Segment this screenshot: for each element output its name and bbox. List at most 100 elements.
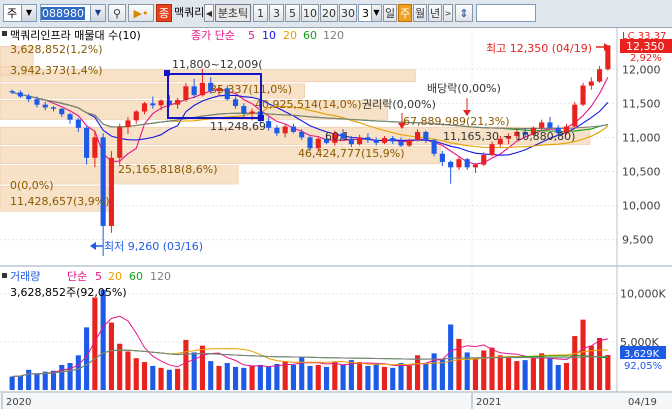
candle-body <box>84 127 90 158</box>
chevron-down-icon: ▼ <box>90 5 105 21</box>
scroll-right-button[interactable]: > <box>443 4 453 22</box>
volume-bar <box>290 364 297 390</box>
low-price-label: 최저 9,260 (03/16) <box>104 240 203 253</box>
volume-bar <box>414 355 421 390</box>
interval-3[interactable]: 3 <box>269 4 284 22</box>
volume-bar <box>208 361 214 390</box>
candle-body <box>547 122 553 128</box>
current-price-value: 12,350 <box>626 40 665 53</box>
legend-ma-10: 10 <box>262 29 276 42</box>
volume-bar <box>365 365 371 390</box>
magnifier-icon: ⚲ <box>112 7 122 20</box>
updown-arrow-button[interactable]: ⇕ <box>455 4 473 22</box>
dividend-label: 배당락(0,00%) <box>427 82 501 95</box>
chart-svg[interactable]: 맥쿼리인프라 매물대 수(10) 종가 단순 5 10 20 60 120 3,… <box>0 28 672 409</box>
volume-bar <box>588 345 594 390</box>
stock-type-badge: 종 <box>156 4 172 22</box>
candle-body <box>580 85 586 105</box>
scroll-left-button[interactable]: ◀ <box>204 4 214 22</box>
candle-body <box>59 108 65 115</box>
volume-bar <box>133 358 139 390</box>
volume-bar <box>307 365 313 390</box>
selection-handle-tl[interactable] <box>164 70 170 76</box>
candle-body <box>539 122 545 128</box>
candle-body <box>199 82 206 96</box>
volume-bar <box>439 359 445 390</box>
volume-bar <box>17 375 23 390</box>
candle-body <box>572 104 578 127</box>
volume-bar <box>50 370 57 390</box>
candle-body <box>191 86 197 96</box>
candle-body <box>299 131 305 138</box>
time-label-2020: 2020 <box>6 397 31 408</box>
candle-body <box>472 164 479 168</box>
volume-ma-120: 120 <box>150 270 171 283</box>
time-axis-bg <box>0 393 672 409</box>
price-tick-label: 10,500 <box>622 165 661 178</box>
volume-bar <box>100 289 106 390</box>
volume-bar <box>340 364 346 390</box>
volume-bar <box>34 373 40 390</box>
period-day[interactable]: 일 <box>383 4 397 22</box>
search-button[interactable]: ⚲ <box>108 4 126 22</box>
rights-label: 권리락(0,00%) <box>362 98 436 111</box>
candle-body <box>406 140 412 146</box>
volume-bar <box>357 362 363 390</box>
volume-bar <box>506 356 512 390</box>
legend-ma-120: 120 <box>323 29 344 42</box>
tick-period-button[interactable]: 분초틱 <box>215 4 251 22</box>
candle-body <box>100 137 106 226</box>
candle-body <box>9 91 15 93</box>
candle-body <box>50 107 57 109</box>
box-volume-label: 35,337(11,0%) <box>210 83 292 96</box>
interval-20[interactable]: 20 <box>320 4 338 22</box>
sound-button[interactable]: ▶• <box>128 4 154 22</box>
candle-body <box>464 159 470 168</box>
volume-bar <box>42 371 48 390</box>
legend-ma-20: 20 <box>283 29 297 42</box>
candle-body <box>423 131 429 141</box>
candle-body <box>431 140 437 154</box>
interval-1[interactable]: 1 <box>253 4 268 22</box>
volume-bar <box>448 324 454 390</box>
candle-body <box>439 153 445 162</box>
volume-ma-5: 5 <box>95 270 102 283</box>
stock-code-input[interactable]: 088980 ▼ <box>40 4 106 22</box>
market-select[interactable]: 주 ▼ <box>3 4 37 22</box>
current-volume-value: 3,629K <box>624 349 660 360</box>
candle-body <box>42 104 48 108</box>
candle-body <box>26 96 32 100</box>
legend-ma-5: 5 <box>248 29 255 42</box>
volume-bar <box>597 337 603 390</box>
extra-input[interactable] <box>476 4 536 22</box>
volume-bar <box>266 366 272 390</box>
mid-profile-label: 40,925,514(14,0%) <box>255 98 362 111</box>
candle-body <box>117 127 123 158</box>
legend-ma-60: 60 <box>303 29 317 42</box>
mid-volume-label: 46,424,777(15,9%) <box>298 147 405 160</box>
legend-ma-label: 종가 단순 <box>191 29 235 42</box>
interval-select[interactable]: 3 ▼ <box>358 4 382 22</box>
profile-label-second: 3,942,373(1,4%) <box>10 64 103 77</box>
period-month[interactable]: 월 <box>413 4 427 22</box>
interval-5[interactable]: 5 <box>285 4 300 22</box>
volume-bar <box>257 364 263 390</box>
candle-body <box>34 99 40 105</box>
volume-bar <box>530 358 536 390</box>
interval-10[interactable]: 10 <box>301 4 319 22</box>
period-year[interactable]: 년 <box>428 4 442 22</box>
candle-body <box>414 131 421 141</box>
volume-bar <box>605 355 611 390</box>
chevron-down-icon: ▼ <box>371 5 381 21</box>
period-week[interactable]: 주 <box>398 4 412 22</box>
volume-ma-label: 단순 <box>67 270 87 283</box>
interval-30[interactable]: 30 <box>339 4 357 22</box>
volume-bar <box>547 358 553 390</box>
volume-bar <box>75 355 81 390</box>
candle-body <box>249 111 255 114</box>
right-profile-label: 67,889,989(21,3%) <box>403 115 510 128</box>
market-select-value: 주 <box>7 7 18 20</box>
selection-handle-br[interactable] <box>258 115 264 121</box>
time-label-2021: 2021 <box>476 397 501 408</box>
candle-body <box>266 121 272 128</box>
